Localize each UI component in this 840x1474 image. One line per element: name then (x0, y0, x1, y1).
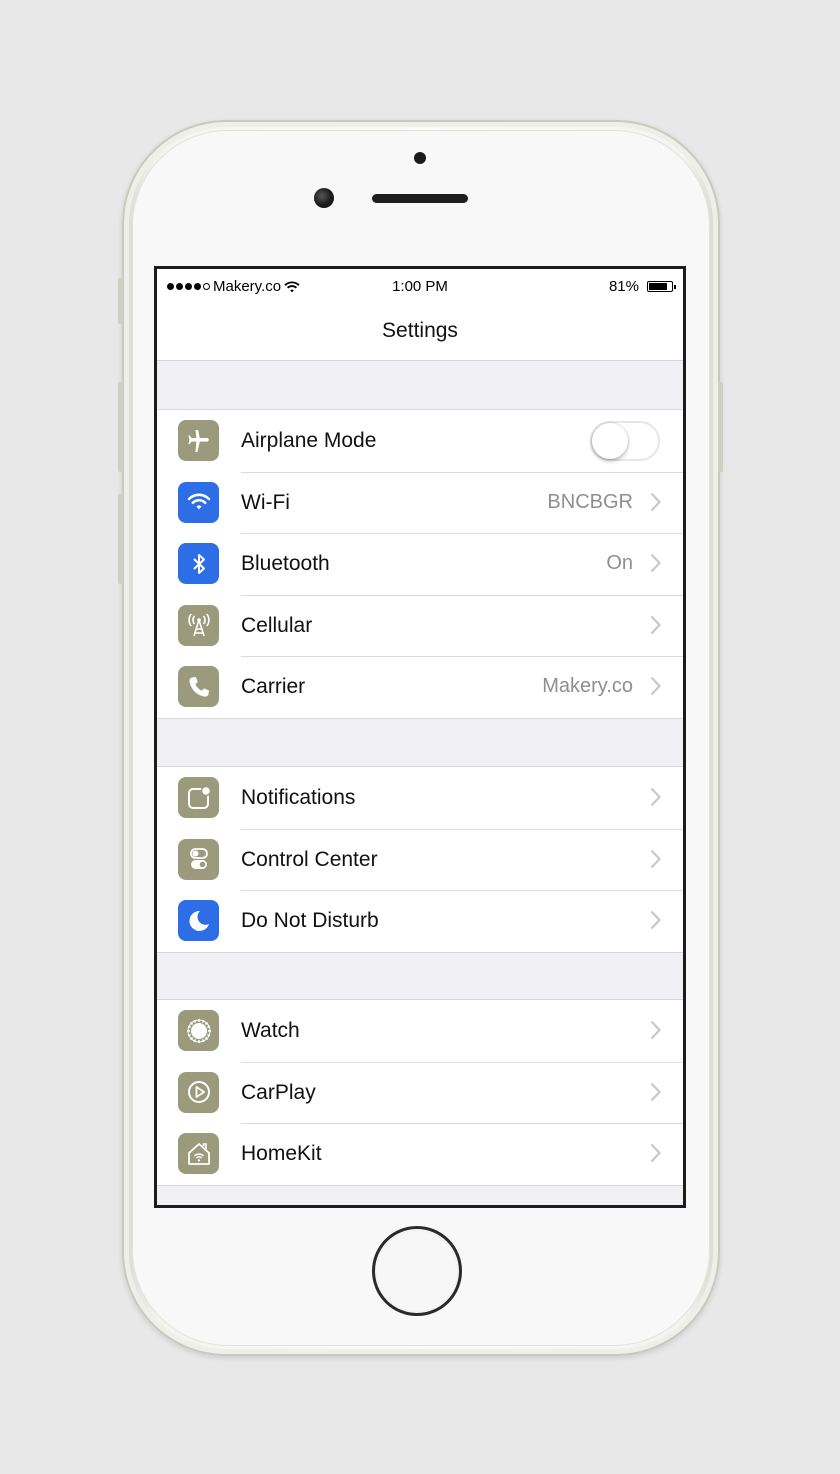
row-label: Notifications (241, 786, 356, 809)
chevron-right-icon (650, 676, 661, 696)
carplay-icon (178, 1071, 219, 1113)
earpiece-speaker (372, 194, 468, 203)
settings-row-cellular[interactable]: Cellular (157, 594, 683, 657)
battery-fill (649, 283, 667, 290)
watch-icon (178, 1010, 219, 1051)
chevron-right-icon (650, 1143, 661, 1163)
front-camera (314, 188, 334, 208)
airplane-icon (178, 420, 219, 461)
notifications-icon (178, 777, 219, 818)
airplane-mode-toggle[interactable] (590, 421, 660, 461)
settings-row-bluetooth[interactable]: Bluetooth On (157, 533, 683, 595)
battery-icon (647, 281, 676, 292)
settings-row-carplay[interactable]: CarPlay (157, 1061, 683, 1124)
row-label: CarPlay (241, 1080, 316, 1104)
status-right: 81% (608, 278, 676, 295)
status-bar: Makery.co 1:00 PM 81% (157, 269, 683, 305)
row-label: Carrier (241, 675, 306, 698)
row-value: BNCBGR (547, 490, 633, 513)
power-button (718, 382, 723, 472)
chevron-right-icon (650, 1082, 661, 1101)
chevron-right-icon (650, 787, 661, 807)
row-label: Wi-Fi (241, 490, 290, 514)
navigation-bar: Settings (157, 305, 683, 361)
home-button[interactable] (372, 1226, 462, 1316)
volume-down-button (118, 494, 123, 584)
row-value: On (606, 552, 633, 574)
row-label: Watch (241, 1019, 300, 1042)
settings-row-wifi[interactable]: Wi-Fi BNCBGR (157, 471, 683, 534)
row-value: Makery.co (542, 675, 633, 697)
control-center-icon (178, 838, 219, 880)
phone-icon (178, 666, 219, 707)
screen: Makery.co 1:00 PM 81% Settings Airplane … (154, 266, 686, 1208)
settings-group-alerts: Notifications Control Center Do Not Dist… (157, 766, 683, 953)
toggle-knob (592, 423, 628, 459)
settings-row-do-not-disturb[interactable]: Do Not Disturb (157, 890, 683, 952)
settings-row-carrier[interactable]: Carrier Makery.co (157, 656, 683, 718)
row-label: Airplane Mode (241, 429, 377, 452)
chevron-right-icon (650, 492, 661, 511)
status-time: 1:00 PM (392, 278, 448, 295)
mute-switch (118, 278, 123, 324)
chevron-right-icon (650, 553, 661, 573)
page-title: Settings (382, 319, 458, 342)
cellular-antenna-icon (178, 604, 219, 646)
settings-group-connectivity: Airplane Mode Wi-Fi BNCBGR Bluetooth On … (157, 409, 683, 719)
settings-row-homekit[interactable]: HomeKit (157, 1123, 683, 1185)
row-label: Bluetooth (241, 552, 330, 575)
chevron-right-icon (650, 615, 661, 634)
row-label: Do Not Disturb (241, 909, 379, 932)
settings-row-notifications[interactable]: Notifications (157, 767, 683, 829)
bluetooth-icon (178, 543, 219, 584)
row-label: Cellular (241, 613, 313, 637)
wifi-icon (178, 481, 219, 523)
chevron-right-icon (650, 1020, 661, 1040)
settings-row-watch[interactable]: Watch (157, 1000, 683, 1062)
homekit-icon (178, 1133, 219, 1174)
moon-icon (178, 900, 219, 941)
row-label: Control Center (241, 847, 378, 871)
chevron-right-icon (650, 910, 661, 930)
settings-group-devices: Watch CarPlay HomeKit (157, 999, 683, 1186)
volume-up-button (118, 382, 123, 472)
settings-row-airplane-mode[interactable]: Airplane Mode (157, 410, 683, 472)
row-label: HomeKit (241, 1142, 322, 1165)
battery-percent: 81% (608, 278, 639, 295)
settings-row-control-center[interactable]: Control Center (157, 828, 683, 891)
proximity-sensor (414, 152, 426, 164)
chevron-right-icon (650, 849, 661, 868)
